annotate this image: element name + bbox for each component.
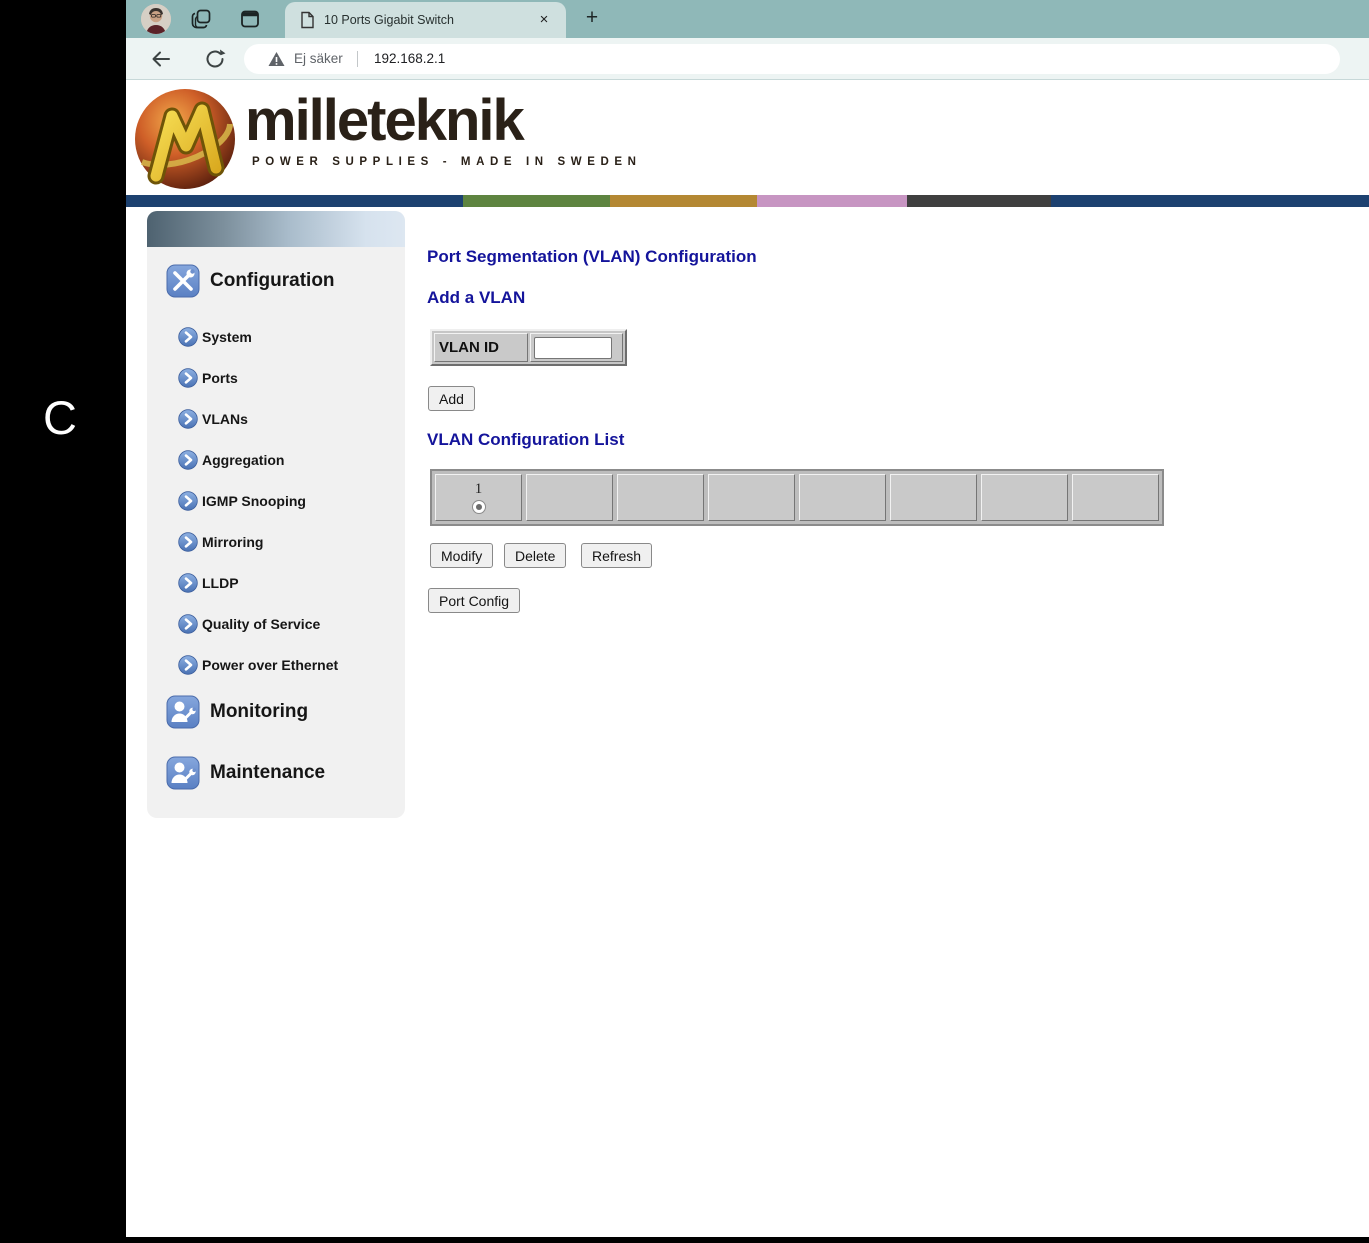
stripe-segment — [907, 195, 1051, 207]
sidebar-item-label: Ports — [202, 366, 238, 390]
section-label: Configuration — [210, 264, 335, 298]
sidebar-item-aggregation[interactable]: Aggregation — [147, 448, 405, 472]
brand-stripe — [126, 195, 1369, 207]
new-tab-icon[interactable]: + — [578, 5, 606, 33]
stripe-segment — [1051, 195, 1369, 207]
sidebar-item-label: LLDP — [202, 571, 239, 595]
browser-toolbar: Ej säker 192.168.2.1 — [126, 38, 1369, 80]
security-status-text: Ej säker — [294, 44, 343, 74]
milleteknik-logo-icon — [132, 86, 238, 192]
section-label: Maintenance — [210, 756, 325, 790]
tab-bar: 10 Ports Gigabit Switch × + — [126, 0, 1369, 38]
profile-avatar[interactable] — [141, 4, 171, 34]
sidebar-item-system[interactable]: System — [147, 325, 405, 349]
chevron-circle-icon — [178, 450, 198, 470]
refresh-button[interactable]: Refresh — [581, 543, 652, 568]
not-secure-warning-icon[interactable] — [268, 51, 285, 67]
add-vlan-heading: Add a VLAN — [427, 288, 525, 308]
browser-tab[interactable]: 10 Ports Gigabit Switch × — [285, 2, 566, 38]
vlan-list-cell-empty — [1072, 474, 1159, 521]
vlan-configuration-list-table: 1 — [430, 469, 1164, 526]
vlan-list-heading: VLAN Configuration List — [427, 430, 624, 450]
sidebar-item-mirroring[interactable]: Mirroring — [147, 530, 405, 554]
screenshot-frame: C — [0, 0, 1369, 1243]
sidebar-item-label: Mirroring — [202, 530, 263, 554]
vlan-select-radio[interactable] — [472, 500, 486, 514]
sidebar-item-lldp[interactable]: LLDP — [147, 571, 405, 595]
vlan-id-label: VLAN ID — [434, 333, 528, 362]
stripe-segment — [610, 195, 757, 207]
section-monitoring[interactable]: Monitoring — [147, 695, 405, 735]
maintenance-icon — [166, 756, 200, 790]
url-text: 192.168.2.1 — [374, 44, 445, 74]
annotation-label: C — [30, 390, 90, 445]
sidebar-item-label: Quality of Service — [202, 612, 320, 636]
sidebar-item-power-over-ethernet[interactable]: Power over Ethernet — [147, 653, 405, 677]
bottom-border — [0, 1237, 1369, 1243]
sidebar-gradient-bar — [147, 211, 405, 247]
sidebar-item-ports[interactable]: Ports — [147, 366, 405, 390]
vlan-list-cell-empty — [617, 474, 704, 521]
sidebar-item-label: Power over Ethernet — [202, 653, 338, 677]
section-maintenance[interactable]: Maintenance — [147, 756, 405, 796]
modify-button[interactable]: Modify — [430, 543, 493, 568]
refresh-icon[interactable] — [204, 48, 226, 70]
sidebar-item-label: Aggregation — [202, 448, 284, 472]
vlan-list-cell-1: 1 — [435, 474, 522, 521]
add-vlan-form-table: VLAN ID — [430, 329, 627, 366]
browser-window: 10 Ports Gigabit Switch × + Ej säker — [126, 0, 1369, 1237]
chevron-circle-icon — [178, 532, 198, 552]
address-bar[interactable]: Ej säker 192.168.2.1 — [244, 44, 1340, 74]
sidebar-item-label: System — [202, 325, 252, 349]
monitoring-icon — [166, 695, 200, 729]
url-divider — [357, 51, 358, 67]
person-photo-icon — [141, 4, 171, 34]
section-configuration[interactable]: Configuration — [147, 264, 405, 304]
sidebar-item-label: IGMP Snooping — [202, 489, 306, 513]
tab-actions-icon[interactable] — [239, 8, 261, 30]
vlan-list-cell-empty — [708, 474, 795, 521]
stripe-segment — [126, 195, 463, 207]
delete-button[interactable]: Delete — [504, 543, 566, 568]
vlan-list-cell-empty — [526, 474, 613, 521]
chevron-circle-icon — [178, 573, 198, 593]
brand-tagline: POWER SUPPLIES - MADE IN SWEDEN — [252, 156, 642, 168]
vlan-list-cell-empty — [799, 474, 886, 521]
chevron-circle-icon — [178, 368, 198, 388]
stripe-segment — [757, 195, 907, 207]
chevron-circle-icon — [178, 614, 198, 634]
workspaces-icon[interactable] — [190, 8, 212, 30]
sidebar-item-label: VLANs — [202, 407, 248, 431]
port-config-button[interactable]: Port Config — [428, 588, 520, 613]
vlan-id-cell — [530, 333, 623, 362]
add-button[interactable]: Add — [428, 386, 475, 411]
sidebar-item-vlans[interactable]: VLANs — [147, 407, 405, 431]
tab-title: 10 Ports Gigabit Switch — [324, 2, 454, 38]
chevron-circle-icon — [178, 655, 198, 675]
chevron-circle-icon — [178, 327, 198, 347]
sidebar-item-quality-of-service[interactable]: Quality of Service — [147, 612, 405, 636]
tab-close-icon[interactable]: × — [533, 9, 555, 31]
chevron-circle-icon — [178, 409, 198, 429]
chevron-circle-icon — [178, 491, 198, 511]
vlan-id-value: 1 — [475, 481, 483, 498]
vlan-list-cell-empty — [981, 474, 1068, 521]
tools-icon — [166, 264, 200, 298]
section-label: Monitoring — [210, 695, 308, 729]
brand-header: milleteknik POWER SUPPLIES - MADE IN SWE… — [126, 80, 1369, 195]
vlan-id-input[interactable] — [534, 337, 612, 359]
back-icon[interactable] — [150, 48, 172, 70]
vlan-list-cell-empty — [890, 474, 977, 521]
nav-sidebar: Configuration System Ports VLANs Aggrega… — [147, 211, 405, 818]
page-icon — [298, 11, 316, 29]
page-title: Port Segmentation (VLAN) Configuration — [427, 247, 757, 267]
stripe-segment — [463, 195, 610, 207]
brand-wordmark: milleteknik — [245, 87, 523, 154]
sidebar-item-igmp-snooping[interactable]: IGMP Snooping — [147, 489, 405, 513]
